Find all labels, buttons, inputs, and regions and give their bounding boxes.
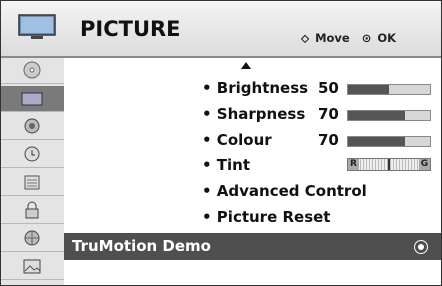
sharpness-label[interactable]: • Sharpness (202, 105, 305, 123)
sharpness-slider-fill (348, 111, 406, 120)
calendar-icon (24, 175, 40, 190)
sidebar-item-time[interactable] (1, 142, 64, 168)
sidebar-item-photo[interactable] (1, 254, 64, 280)
brightness-slider[interactable] (347, 84, 431, 95)
sidebar-item-option[interactable] (1, 226, 64, 252)
tint-center-marker (388, 159, 390, 170)
sidebar-item-picture[interactable] (1, 86, 64, 112)
sharpness-slider[interactable] (347, 110, 431, 121)
tint-label[interactable]: • Tint (202, 156, 250, 174)
sidebar-item-cd[interactable] (1, 58, 64, 84)
tv-picture-icon (21, 92, 43, 106)
ok-icon: ⊙ (361, 31, 372, 45)
brightness-label[interactable]: • Brightness (202, 79, 308, 97)
ok-label: OK (377, 31, 397, 45)
colour-value: 70 (318, 131, 339, 149)
page-title: PICTURE (80, 17, 181, 41)
sidebar-item-lock[interactable] (1, 198, 64, 224)
trumotion-demo-item[interactable]: TruMotion Demo (64, 233, 441, 260)
trumotion-demo-label: TruMotion Demo (72, 237, 211, 255)
globe-icon (24, 230, 40, 246)
colour-slider[interactable] (347, 136, 431, 147)
tv-icon (18, 14, 56, 39)
colour-slider-fill (348, 137, 406, 146)
sidebar-item-schedule[interactable] (1, 170, 64, 196)
picture-reset-item[interactable]: • Picture Reset (202, 208, 330, 226)
nav-hint: ⬦ Move ⊙ OK (301, 31, 402, 46)
tint-green-label: G (419, 159, 430, 170)
clock-icon (24, 146, 40, 162)
cd-icon (23, 61, 41, 79)
sharpness-value: 70 (318, 105, 339, 123)
menu-header: PICTURE ⬦ Move ⊙ OK (1, 1, 441, 58)
sidebar-item-audio[interactable] (1, 114, 64, 140)
brightness-slider-fill (348, 85, 389, 94)
photo-icon (23, 259, 41, 274)
osd-window: PICTURE ⬦ Move ⊙ OK • Brightness 50 • Sh… (0, 0, 442, 286)
speaker-icon (24, 118, 40, 134)
colour-label[interactable]: • Colour (202, 131, 272, 149)
tint-slider[interactable]: R G (347, 158, 431, 171)
lock-icon (25, 201, 39, 219)
move-label: Move (315, 31, 350, 45)
brightness-value: 50 (318, 79, 339, 97)
scroll-up-arrow-icon[interactable] (241, 62, 251, 69)
radio-selected-icon (414, 240, 428, 254)
move-arrows-icon: ⬦ (301, 31, 310, 45)
tint-red-label: R (348, 159, 359, 170)
advanced-control-item[interactable]: • Advanced Control (202, 182, 367, 200)
sidebar (1, 58, 64, 285)
